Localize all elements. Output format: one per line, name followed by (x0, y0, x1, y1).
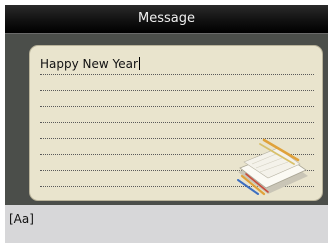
stationery-pencils-icon (237, 138, 308, 196)
ruled-line (40, 90, 314, 91)
text-cursor (138, 57, 140, 70)
message-text-line[interactable]: Happy New Year (40, 57, 140, 71)
ruled-line (40, 74, 314, 75)
ruled-line (40, 106, 314, 107)
ruled-line (40, 122, 314, 123)
input-mode-toggle[interactable]: [Aa] (9, 212, 34, 226)
message-text: Happy New Year (40, 57, 138, 71)
title-bar: Message (5, 5, 328, 34)
window-title: Message (138, 11, 195, 26)
input-method-bar (5, 205, 328, 243)
message-editor[interactable]: Happy New Year (29, 45, 323, 201)
